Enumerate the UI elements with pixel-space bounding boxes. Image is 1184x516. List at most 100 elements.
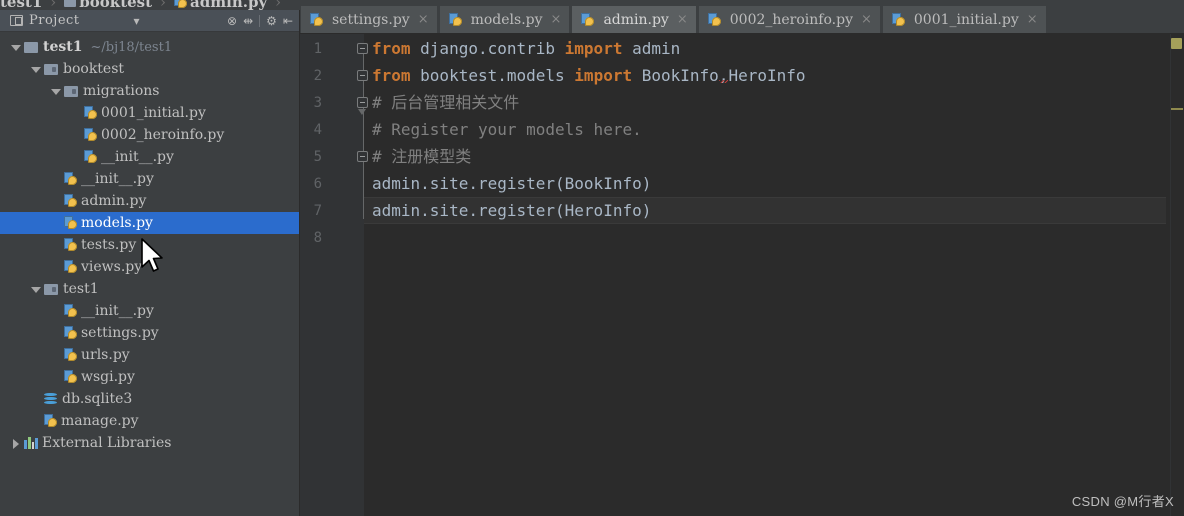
close-icon[interactable]: × (861, 12, 872, 27)
line-number: 7 (313, 203, 322, 219)
editor-tab-0002_heroinfo-py[interactable]: 0002_heroinfo.py × (697, 5, 881, 33)
tree-item[interactable]: urls.py (0, 344, 299, 366)
chevron-down-icon[interactable]: ▾ (134, 15, 140, 27)
python-file-icon (44, 414, 57, 428)
tree-item[interactable]: 0001_initial.py (0, 102, 299, 124)
code-line[interactable]: # 后台管理相关文件 (372, 89, 519, 116)
tree-item-label: test1 (63, 281, 99, 297)
breadcrumb-label-0: test1 (0, 0, 43, 10)
tree-item[interactable]: __init__.py (0, 300, 299, 322)
breadcrumb-inner: test1 › booktest › admin.py › (0, 0, 285, 10)
code-comment: # Register your models here. (372, 120, 642, 139)
code-text: BookInfo (632, 66, 719, 85)
code-line[interactable]: # Register your models here. (372, 116, 642, 143)
chevron-down-icon[interactable] (50, 86, 61, 97)
code-line[interactable]: admin.site.register(BookInfo) (372, 170, 651, 197)
editor-tab-label: admin.py (603, 11, 669, 28)
editor-tab-models-py[interactable]: models.py × (438, 5, 571, 33)
code-text: HeroInfo (728, 66, 806, 85)
tree-item[interactable]: booktest (0, 58, 299, 80)
tree-item-label: models.py (81, 215, 153, 231)
tree-item[interactable]: settings.py (0, 322, 299, 344)
tree-item-label: views.py (81, 259, 143, 275)
python-file-icon (84, 106, 97, 120)
tree-item[interactable]: admin.py (0, 190, 299, 212)
tree-item[interactable]: __init__.py (0, 146, 299, 168)
tree-item-label: admin.py (81, 193, 147, 209)
line-number: 1 (313, 41, 322, 57)
close-icon[interactable]: × (551, 12, 562, 27)
python-file-icon (707, 12, 721, 27)
code-text: django.contrib (410, 39, 565, 58)
close-icon[interactable]: × (1027, 12, 1038, 27)
tree-item[interactable]: External Libraries (0, 432, 299, 454)
tree-item[interactable]: migrations (0, 80, 299, 102)
breadcrumb-item-project[interactable]: test1 (0, 0, 42, 10)
tree-item[interactable]: db.sqlite3 (0, 388, 299, 410)
collapse-all-icon[interactable]: ⊗ (227, 15, 237, 27)
chevron-down-icon[interactable] (10, 42, 21, 53)
code-line[interactable]: from django.contrib import admin (372, 35, 680, 62)
tree-item-label: External Libraries (42, 435, 172, 451)
tree-item[interactable]: test1 (0, 278, 299, 300)
breadcrumb-item-file[interactable]: admin.py (174, 0, 267, 10)
tree-item-label: settings.py (81, 325, 159, 341)
code-line[interactable]: admin.site.register(HeroInfo) (372, 197, 651, 224)
editor-code-area[interactable]: from django.contrib import admin from boo… (364, 34, 1184, 516)
tree-item[interactable]: wsgi.py (0, 366, 299, 388)
code-text: admin.site.register(BookInfo) (372, 174, 652, 193)
tree-item-selected[interactable]: models.py (0, 212, 299, 234)
editor-tab-bar: settings.py × models.py × admin.py × 0002_hero… (300, 0, 1184, 34)
hide-panel-icon[interactable]: ⇤ (283, 15, 293, 27)
tree-item-path-hint: ~/bj18/test1 (90, 39, 173, 55)
code-editor[interactable]: 1 2 3 4 5 6 7 8 from django.contrib import admi… (300, 34, 1184, 516)
editor-tab-label: 0001_initial.py (913, 11, 1019, 28)
tree-item[interactable]: views.py (0, 256, 299, 278)
editor-gutter[interactable]: 1 2 3 4 5 6 7 8 (300, 34, 368, 516)
python-file-icon (64, 304, 77, 318)
chevron-down-icon[interactable] (30, 284, 41, 295)
python-file-icon (84, 128, 97, 142)
code-line[interactable]: # 注册模型类 (372, 143, 471, 170)
inspection-status-icon[interactable] (1171, 38, 1182, 49)
tree-item[interactable]: manage.py (0, 410, 299, 432)
tree-item[interactable]: 0002_heroinfo.py (0, 124, 299, 146)
settings-gear-icon[interactable]: ⚙ (266, 15, 277, 27)
python-file-icon (64, 172, 77, 186)
code-comment: # 后台管理相关文件 (372, 93, 520, 112)
tree-item[interactable]: __init__.py (0, 168, 299, 190)
editor-tab-settings-py[interactable]: settings.py × (300, 5, 438, 33)
python-file-icon (581, 12, 595, 27)
editor-tab-0001_initial-py[interactable]: 0001_initial.py × (881, 5, 1047, 33)
breadcrumb-item-package[interactable]: booktest (64, 0, 152, 10)
code-keyword: import (564, 39, 623, 58)
code-comment: # 注册模型类 (372, 147, 472, 166)
scroll-from-source-icon[interactable]: ⇹ (243, 15, 253, 27)
editor-marker-bar[interactable] (1170, 34, 1184, 516)
folder-icon (64, 0, 77, 7)
close-icon[interactable]: × (677, 12, 688, 27)
database-icon (44, 393, 57, 405)
editor-tab-admin-py[interactable]: admin.py × (571, 5, 697, 33)
code-keyword: from (372, 66, 411, 85)
close-icon[interactable]: × (418, 12, 429, 27)
python-file-icon (64, 260, 77, 274)
chevron-right-icon[interactable] (10, 438, 21, 449)
code-text: admin.site.register(HeroInfo) (372, 201, 652, 220)
breadcrumb-separator: › (275, 0, 282, 10)
tree-item[interactable]: test1 ~/bj18/test1 (0, 36, 299, 58)
warning-marker-stripe[interactable] (1171, 108, 1183, 110)
project-panel-header: Project ▾ ⊗ ⇹ ⚙ ⇤ (0, 10, 299, 32)
tree-item[interactable]: tests.py (0, 234, 299, 256)
chevron-down-icon[interactable] (30, 64, 41, 75)
code-line[interactable]: from booktest.models import BookInfo,Her… (372, 62, 806, 89)
